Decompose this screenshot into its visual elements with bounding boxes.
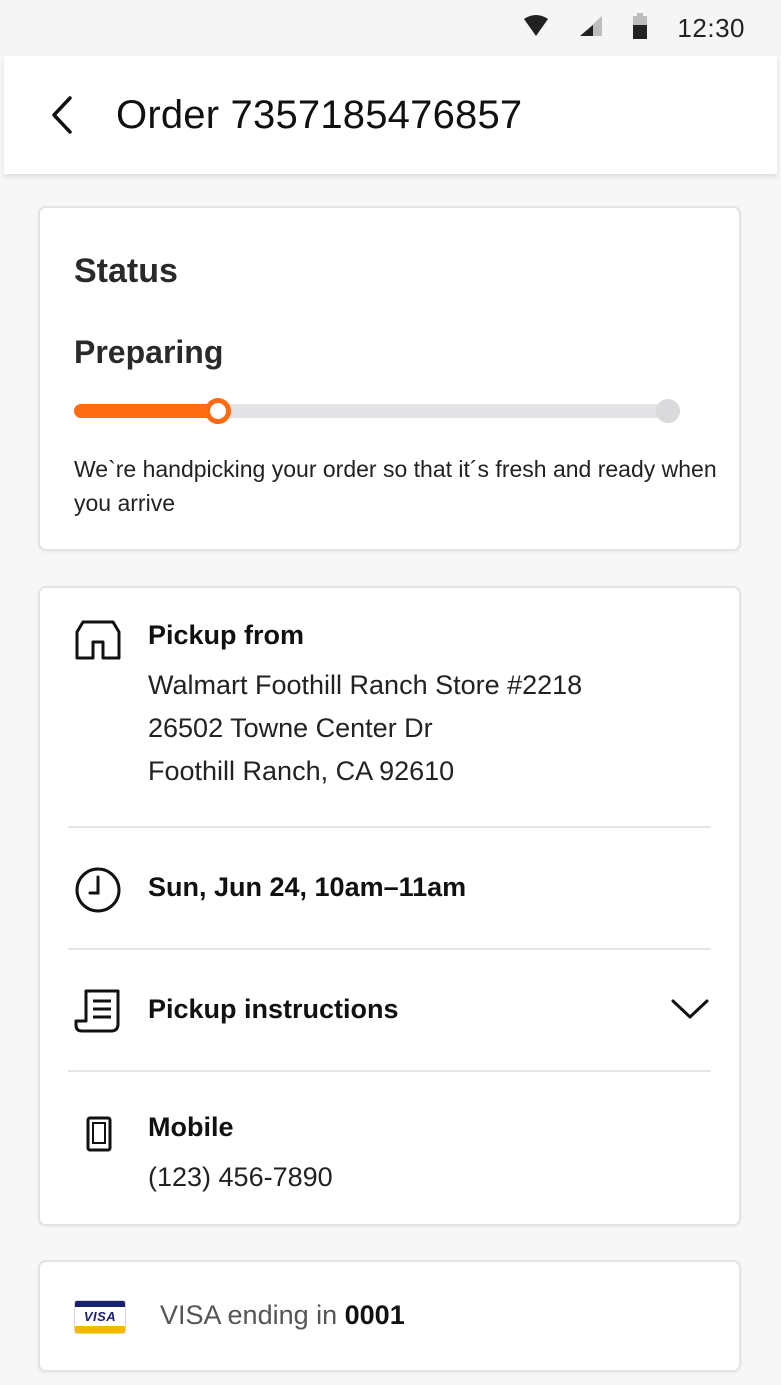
pickup-time-row: Sun, Jun 24, 10am–11am [40, 828, 739, 949]
chevron-left-icon [52, 96, 72, 134]
status-heading: Status [74, 252, 178, 290]
status-card: Status Preparing We`re handpicking your … [38, 206, 741, 551]
pickup-instructions-row[interactable]: Pickup instructions [40, 950, 739, 1071]
store-address-line1: 26502 Towne Center Dr [148, 713, 433, 743]
status-description: We`re handpicking your order so that it´… [74, 456, 717, 516]
status-bar: 12:30 [0, 0, 781, 56]
pickup-time-slot: Sun, Jun 24, 10am–11am [148, 872, 467, 902]
receipt-icon [74, 988, 122, 1039]
store-address-line2: Foothill Ranch, CA 92610 [148, 756, 455, 786]
visa-logo-text: VISA [83, 1309, 117, 1324]
payment-card: VISA VISA ending in 0001 [38, 1260, 741, 1372]
store-name: Walmart Foothill Ranch Store #2218 [148, 670, 583, 700]
pickup-details-card: Pickup from Walmart Foothill Ranch Store… [38, 586, 741, 1226]
back-button[interactable] [42, 85, 82, 145]
progress-fill [74, 404, 218, 418]
payment-prefix: VISA ending in [160, 1300, 345, 1330]
mobile-number: (123) 456-7890 [148, 1162, 333, 1192]
clock-icon [74, 866, 122, 919]
phone-icon [86, 1116, 112, 1157]
store-icon [74, 620, 122, 665]
payment-method-text: VISA ending in 0001 [160, 1300, 405, 1331]
cell-signal-icon [579, 15, 603, 42]
progress-marker [205, 398, 231, 424]
clock-time: 12:30 [677, 12, 745, 43]
card-last4: 0001 [344, 1300, 405, 1330]
status-value: Preparing [74, 334, 224, 370]
mobile-row: Mobile (123) 456-7890 [40, 1072, 739, 1228]
pickup-location-row: Pickup from Walmart Foothill Ranch Store… [40, 588, 739, 828]
pickup-from-label: Pickup from [148, 620, 305, 650]
pickup-instructions-label: Pickup instructions [148, 994, 399, 1024]
order-progress-bar [74, 398, 680, 424]
page-title: Order 7357185476857 [116, 92, 523, 137]
chevron-down-icon[interactable] [671, 998, 709, 1025]
progress-end-marker [656, 399, 680, 423]
app-header: Order 7357185476857 [4, 56, 777, 174]
wifi-icon [523, 14, 549, 42]
visa-card-icon: VISA [74, 1300, 126, 1334]
battery-icon [633, 12, 648, 44]
mobile-label: Mobile [148, 1112, 234, 1142]
